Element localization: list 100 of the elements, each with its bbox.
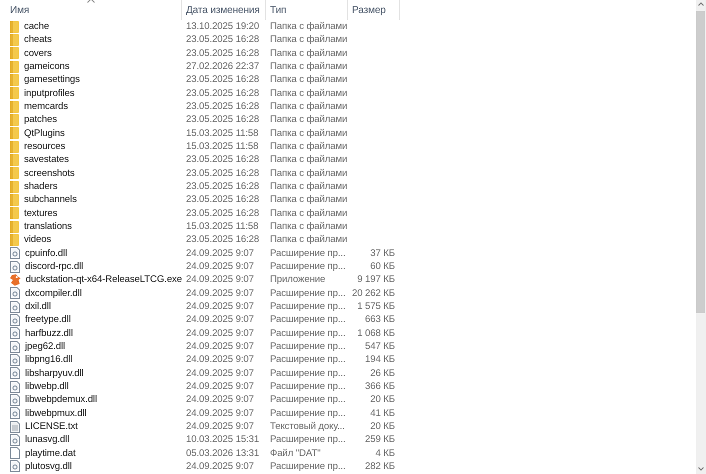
column-header[interactable]: Дата изменения [182,0,266,20]
file-type: Расширение пр... [270,288,346,299]
file-type: Папка с файлами [270,34,348,46]
file-name[interactable]: screenshots [24,166,75,180]
file-size: 282 КБ [365,460,395,472]
file-name[interactable]: translations [24,220,72,234]
file-type: Файл "DAT" [270,448,321,459]
file-name[interactable]: gameicons [24,60,70,74]
file-size: 26 КБ [370,368,395,379]
modified-date: 23.05.2025 16:28 [186,48,260,59]
file-name[interactable]: dxil.dll [25,300,51,314]
modified-date: 15.03.2025 11:58 [186,141,258,152]
file-name[interactable]: plutosvg.dll [25,460,72,473]
folder-icon [10,234,19,246]
file-name[interactable]: cpuinfo.dll [25,246,68,260]
file-size: 20 КБ [370,394,395,406]
modified-date: 27.02.2026 22:37 [186,61,260,72]
file-name[interactable]: playtime.dat [25,446,76,460]
file-name[interactable]: lunasvg.dll [25,433,70,446]
file-type: Папка с файлами [270,48,348,59]
scroll-down-icon[interactable] [698,467,704,471]
folder-icon [10,154,19,166]
file-type: Расширение пр... [270,301,346,312]
modified-date: 24.09.2025 9:07 [186,460,254,472]
modified-date: 24.09.2025 9:07 [186,368,254,379]
file-name[interactable]: discord-rpc.dll [25,260,84,274]
file-type: Папка с файлами [270,114,348,126]
file-name[interactable]: libpng16.dll [25,353,72,366]
file-name[interactable]: duckstation-qt-x64-ReleaseLTCG.exe [26,273,182,286]
file-type: Расширение пр... [270,460,346,472]
file-size: 9 197 КБ [357,274,395,286]
file-gear-icon [10,354,20,366]
folder-icon [10,167,19,180]
file-name[interactable]: gamesettings [24,73,80,86]
file-name[interactable]: jpeg62.dll [25,340,66,354]
file-name[interactable]: cache [24,20,50,34]
column-header[interactable]: Имя [0,0,182,20]
modified-date: 23.05.2025 16:28 [186,34,260,46]
file-name[interactable]: covers [24,46,52,60]
file-name[interactable]: freetype.dll [25,313,71,326]
file-name[interactable]: shaders [24,180,58,194]
file-name[interactable]: videos [24,233,52,246]
file-name[interactable]: libwebpmux.dll [25,406,87,420]
file-gear-icon [10,287,20,300]
file-name[interactable]: dxcompiler.dll [25,286,82,300]
modified-date: 24.09.2025 9:07 [186,408,254,419]
file-gear-icon [10,300,20,313]
file-name[interactable]: libsharpyuv.dll [25,366,84,380]
modified-date: 23.05.2025 16:28 [186,208,260,219]
modified-date: 24.09.2025 9:07 [186,354,254,366]
file-name[interactable]: libwebp.dll [25,380,69,394]
file-type: Расширение пр... [270,368,346,379]
modified-date: 24.09.2025 9:07 [186,314,254,326]
file-size: 259 КБ [365,434,395,446]
file-name[interactable]: harfbuzz.dll [25,326,73,340]
file-name[interactable]: memcards [24,100,68,114]
folder-icon [10,47,19,60]
file-type: Расширение пр... [270,381,346,392]
file-type: Приложение [270,274,326,286]
folder-icon [10,140,19,153]
file-type: Папка с файлами [270,101,348,112]
file-name[interactable]: resources [24,140,66,154]
file-name[interactable]: textures [24,206,58,220]
file-type: Папка с файлами [270,154,348,166]
modified-date: 24.09.2025 9:07 [186,274,254,286]
file-name[interactable]: patches [24,113,57,126]
folder-icon [10,114,19,126]
file-type: Папка с файлами [270,21,348,32]
modified-date: 10.03.2025 15:31 [186,434,260,446]
file-type: Расширение пр... [270,261,346,272]
modified-date: 24.09.2025 9:07 [186,301,254,312]
file-type: Папка с файлами [270,208,348,219]
file-name[interactable]: cheats [24,33,52,46]
file-size: 4 КБ [376,448,395,459]
file-size: 547 КБ [365,341,395,352]
file-type: Папка с файлами [270,61,348,72]
file-name[interactable]: savestates [24,153,69,166]
blank-file-icon [10,447,20,460]
scroll-thumb[interactable] [696,11,705,313]
modified-date: 24.09.2025 9:07 [186,421,254,432]
file-size: 20 262 КБ [352,288,395,299]
column-header[interactable]: Размер [348,0,400,20]
column-header[interactable]: Тип [266,0,348,20]
file-gear-icon [10,314,20,326]
file-gear-icon [10,367,20,380]
scroll-up-icon[interactable] [698,2,704,6]
file-size: 1 068 КБ [357,328,395,339]
folder-icon [10,20,19,33]
file-name[interactable]: LICENSE.txt [25,420,78,433]
modified-date: 05.03.2026 13:31 [186,448,260,459]
file-name[interactable]: subchannels [24,193,77,206]
scrollbar[interactable] [696,0,706,474]
folder-icon [10,180,19,193]
file-type: Расширение пр... [270,354,346,366]
file-name[interactable]: inputprofiles [24,86,74,100]
file-name[interactable]: QtPlugins [24,126,65,140]
file-type: Расширение пр... [270,248,346,259]
modified-date: 24.09.2025 9:07 [186,261,254,272]
file-name[interactable]: libwebpdemux.dll [25,393,97,406]
file-gear-icon [10,434,20,446]
